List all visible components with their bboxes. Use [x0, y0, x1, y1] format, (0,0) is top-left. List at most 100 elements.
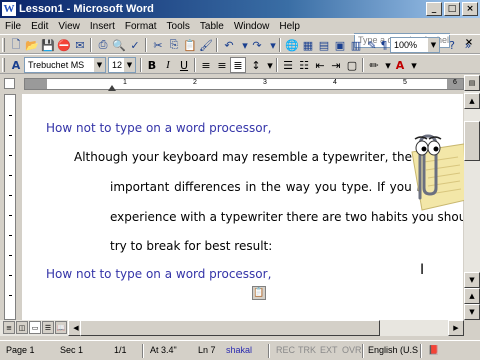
- ruler-number: 3: [263, 79, 267, 86]
- format-painter-icon[interactable]: 🖌: [198, 37, 214, 53]
- print-layout-icon[interactable]: ▭: [29, 321, 41, 334]
- font-size-select[interactable]: 12 ▼: [108, 57, 136, 73]
- spelling-status-icon[interactable]: 📕: [426, 344, 441, 358]
- close-button[interactable]: ×: [462, 2, 478, 16]
- zoom-select[interactable]: 100% ▼: [390, 37, 440, 53]
- chevron-down-icon[interactable]: ▾: [406, 57, 422, 73]
- toolbar-grip[interactable]: [2, 38, 5, 52]
- chevron-down-icon[interactable]: ▼: [124, 58, 135, 72]
- menu-view[interactable]: View: [53, 21, 85, 32]
- reading-view-icon[interactable]: 📖: [55, 321, 67, 334]
- menu-format[interactable]: Format: [120, 21, 162, 32]
- ruler-number: 4: [333, 79, 337, 86]
- normal-view-icon[interactable]: ≡: [3, 321, 15, 334]
- toolbar-separator: [362, 58, 364, 72]
- menu-table[interactable]: Table: [195, 21, 229, 32]
- toolbar-options-icon[interactable]: »: [460, 37, 476, 53]
- decrease-indent-icon[interactable]: ⇤: [312, 57, 328, 73]
- chevron-down-icon[interactable]: ▼: [94, 58, 105, 72]
- italic-button[interactable]: I: [160, 57, 176, 73]
- scroll-thumb[interactable]: [464, 121, 480, 161]
- menu-tools[interactable]: Tools: [162, 21, 195, 32]
- insert-excel-icon[interactable]: ▣: [332, 37, 348, 53]
- horizontal-scroll-thumb[interactable]: [80, 320, 380, 336]
- outside-border-icon[interactable]: ▢: [344, 57, 360, 73]
- menu-edit[interactable]: Edit: [26, 21, 53, 32]
- bold-button[interactable]: B: [144, 57, 160, 73]
- scroll-right-button[interactable]: ▶: [448, 320, 464, 336]
- justify-icon[interactable]: ≣: [230, 57, 246, 73]
- save-icon[interactable]: 💾: [40, 37, 56, 53]
- undo-icon[interactable]: ↶: [221, 37, 237, 53]
- vertical-ruler[interactable]: [4, 94, 16, 320]
- columns-icon[interactable]: ▥: [348, 37, 364, 53]
- status-separator: [268, 344, 270, 358]
- horizontal-ruler[interactable]: 1 2 3 4 5 6: [24, 78, 464, 91]
- permission-icon[interactable]: ⛔: [56, 37, 72, 53]
- underline-button[interactable]: U: [176, 57, 192, 73]
- insert-table-icon[interactable]: ▤: [316, 37, 332, 53]
- redo-icon[interactable]: ↷: [249, 37, 265, 53]
- toolbar-separator: [279, 38, 281, 52]
- word-app-icon[interactable]: W: [2, 2, 16, 16]
- print-icon[interactable]: ⎙: [95, 37, 111, 53]
- bullets-icon[interactable]: ☷: [296, 57, 312, 73]
- status-line: Ln 7: [198, 345, 216, 355]
- office-assistant-icon[interactable]: [398, 126, 468, 214]
- menu-file[interactable]: File: [0, 21, 26, 32]
- status-page-count: 1/1: [114, 345, 127, 355]
- ruler-number: 2: [193, 79, 197, 86]
- paste-icon[interactable]: 📋: [182, 37, 198, 53]
- paragraph-line[interactable]: Although your keyboard may resemble a ty…: [74, 150, 447, 164]
- tables-borders-icon[interactable]: ▦: [300, 37, 316, 53]
- help-icon[interactable]: ?: [444, 37, 460, 53]
- open-icon[interactable]: 📂: [24, 37, 40, 53]
- menu-help[interactable]: Help: [274, 21, 305, 32]
- print-preview-icon[interactable]: 🔍: [111, 37, 127, 53]
- copy-icon[interactable]: ⎘: [166, 37, 182, 53]
- ruler-toggle-icon[interactable]: ▤: [464, 75, 480, 91]
- menu-window[interactable]: Window: [229, 21, 275, 32]
- record-macro-indicator[interactable]: REC: [274, 344, 297, 358]
- numbering-icon[interactable]: ☰: [280, 57, 296, 73]
- styles-icon[interactable]: A: [8, 57, 24, 73]
- document-heading-repeat[interactable]: How not to type on a word processor,: [46, 267, 271, 281]
- scroll-down-button[interactable]: ▼: [464, 272, 480, 288]
- horizontal-scrollbar[interactable]: ≡ ◫ ▭ ☰ 📖 ◀ ▶: [0, 320, 464, 336]
- hyperlink-icon[interactable]: 🌐: [284, 37, 300, 53]
- formatting-toolbar: A Trebuchet MS ▼ 12 ▼ B I U ≡ ≡ ≣ ↕ ▾ ☰ …: [0, 54, 480, 74]
- track-changes-indicator[interactable]: TRK: [296, 344, 318, 358]
- next-page-button[interactable]: ▼: [464, 304, 480, 320]
- menu-insert[interactable]: Insert: [85, 21, 120, 32]
- paragraph-line[interactable]: try to break for best result:: [110, 239, 272, 253]
- status-language[interactable]: English (U.S: [366, 344, 420, 358]
- previous-page-button[interactable]: ▲: [464, 288, 480, 304]
- overtype-indicator[interactable]: OVR: [340, 344, 364, 358]
- web-view-icon[interactable]: ◫: [16, 321, 28, 334]
- font-name-select[interactable]: Trebuchet MS ▼: [24, 57, 106, 73]
- toolbar-separator: [194, 58, 196, 72]
- tab-selector-icon[interactable]: [4, 78, 15, 89]
- chevron-down-icon[interactable]: ▼: [428, 38, 439, 52]
- cut-icon[interactable]: ✂: [150, 37, 166, 53]
- toolbar-separator: [276, 58, 278, 72]
- increase-indent-icon[interactable]: ⇥: [328, 57, 344, 73]
- align-left-icon[interactable]: ≡: [198, 57, 214, 73]
- paragraph-line[interactable]: experience with a typewriter there are t…: [110, 210, 463, 224]
- minimize-button[interactable]: _: [426, 2, 442, 16]
- maximize-button[interactable]: □: [444, 2, 460, 16]
- email-icon[interactable]: ✉: [72, 37, 88, 53]
- indent-marker[interactable]: [108, 85, 116, 91]
- document-page[interactable]: How not to type on a word processor, Alt…: [22, 94, 463, 320]
- vertical-scrollbar[interactable]: ▤ ▲ ▼ ▲ ▼: [464, 75, 480, 320]
- extend-selection-indicator[interactable]: EXT: [318, 344, 340, 358]
- toolbar-grip[interactable]: [2, 58, 5, 72]
- scroll-up-button[interactable]: ▲: [464, 93, 480, 109]
- paragraph-line[interactable]: important differences in the way you typ…: [110, 180, 446, 194]
- align-center-icon[interactable]: ≡: [214, 57, 230, 73]
- outline-view-icon[interactable]: ☰: [42, 321, 54, 334]
- spelling-icon[interactable]: ✓: [127, 37, 143, 53]
- new-document-icon[interactable]: 🗋: [8, 37, 24, 53]
- paste-options-icon[interactable]: 📋: [252, 286, 266, 300]
- document-heading[interactable]: How not to type on a word processor,: [46, 121, 271, 135]
